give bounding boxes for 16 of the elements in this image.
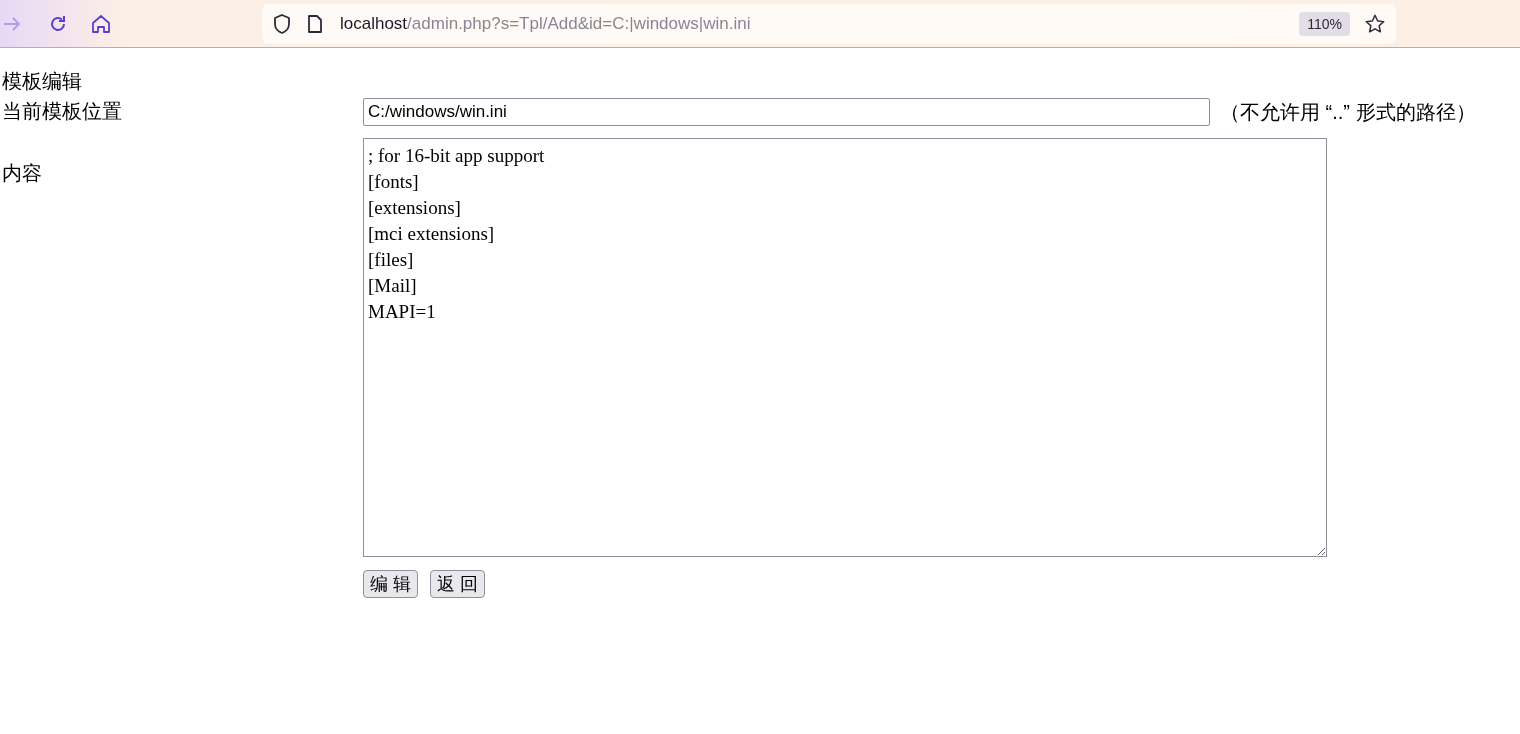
field-label: 当前模板位置 — [1, 99, 123, 124]
shield-icon[interactable] — [272, 12, 292, 35]
zoom-badge[interactable]: 110% — [1299, 11, 1350, 36]
content-textarea[interactable]: ; for 16-bit app support [fonts] [extensions] [mci extensions] [files] [Mail] MAPI=1 — [363, 138, 1327, 557]
back-button[interactable]: 返 回 — [430, 570, 486, 598]
page-heading: 模板编辑 — [1, 69, 83, 94]
url-host[interactable]: localhost — [340, 13, 408, 34]
edit-button[interactable]: 编 辑 — [363, 570, 418, 598]
address-bar[interactable]: localhost/admin.php?s=Tpl/Add&id=C:|windows|win.ini 110% — [262, 3, 1396, 44]
page-icon[interactable] — [306, 12, 324, 35]
path-note: （不允许用 “..” 形式的路径） — [1220, 99, 1476, 125]
path-input[interactable]: C:/windows/win.ini — [363, 98, 1210, 126]
url-path[interactable]: /admin.php?s=Tpl/Add&id=C:|windows|win.ini — [407, 13, 751, 34]
field-label: 内容 — [1, 161, 43, 186]
home-icon[interactable] — [90, 12, 112, 35]
star-icon[interactable] — [1364, 12, 1386, 35]
